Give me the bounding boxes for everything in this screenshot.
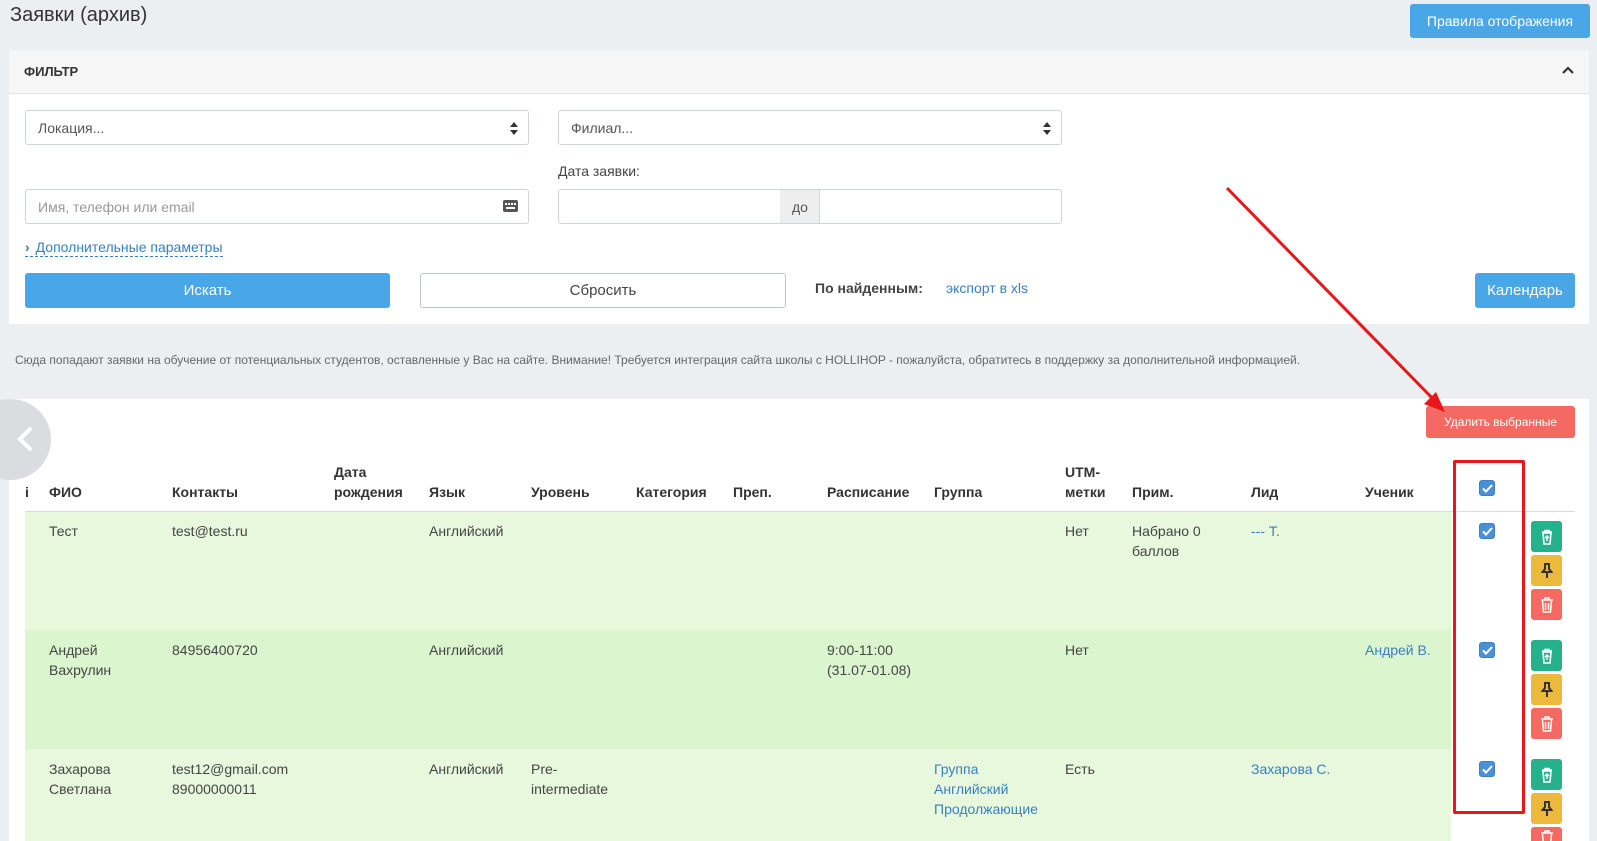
- search-input[interactable]: Имя, телефон или email: [25, 189, 529, 224]
- restore-button[interactable]: [1531, 759, 1562, 790]
- cell-contacts: test12@gmail.com: [172, 761, 289, 777]
- cell-level: intermediate: [531, 781, 609, 797]
- th-id[interactable]: і: [25, 482, 29, 502]
- advanced-params-link[interactable]: › Дополнительные параметры: [25, 239, 223, 257]
- th-birth-1[interactable]: Дата: [334, 462, 366, 482]
- cell-note: Набрано 0: [1132, 523, 1201, 539]
- annotation-highlight-box: [1453, 460, 1525, 814]
- info-text: Сюда попадают заявки на обучение от поте…: [15, 353, 1301, 367]
- date-from-input[interactable]: [558, 189, 781, 224]
- display-rules-button[interactable]: Правила отображения: [1410, 4, 1590, 38]
- cell-note: баллов: [1132, 543, 1180, 559]
- cell-lead-link[interactable]: Захарова С.: [1251, 759, 1330, 779]
- th-contacts[interactable]: Контакты: [172, 482, 238, 502]
- th-student[interactable]: Ученик: [1365, 482, 1414, 502]
- delete-button[interactable]: [1531, 708, 1562, 739]
- location-select-value: Локация...: [38, 119, 105, 136]
- delete-button[interactable]: [1531, 589, 1562, 620]
- cell-language: Английский: [429, 642, 504, 658]
- search-placeholder: Имя, телефон или email: [38, 198, 195, 215]
- restore-button[interactable]: [1531, 640, 1562, 671]
- trash-icon: [1540, 596, 1553, 613]
- cell-utm: Нет: [1065, 642, 1089, 658]
- restore-icon: [1541, 648, 1552, 664]
- pin-icon: [1540, 800, 1553, 816]
- pin-icon: [1540, 562, 1553, 578]
- sort-icon: [510, 122, 518, 135]
- filter-title: ФИЛЬТР: [24, 64, 79, 79]
- pin-button[interactable]: [1531, 793, 1562, 824]
- pin-icon: [1540, 681, 1553, 697]
- th-lead[interactable]: Лид: [1251, 482, 1278, 502]
- restore-icon: [1541, 529, 1552, 545]
- keyboard-icon[interactable]: [503, 200, 518, 212]
- sort-icon: [1043, 122, 1051, 135]
- branch-select-value: Филиал...: [571, 119, 634, 136]
- delete-selected-button[interactable]: Удалить выбранные: [1426, 406, 1575, 438]
- cell-fio: Тест: [49, 523, 78, 539]
- pin-button[interactable]: [1531, 555, 1562, 586]
- cell-level: Pre-: [531, 761, 558, 777]
- date-label: Дата заявки:: [558, 163, 640, 179]
- th-fio[interactable]: ФИО: [49, 482, 82, 502]
- date-to-addon: до: [780, 189, 820, 224]
- cell-lead-link[interactable]: --- Т.: [1251, 521, 1280, 541]
- filter-header[interactable]: ФИЛЬТР: [9, 50, 1589, 94]
- reset-button[interactable]: Сбросить: [420, 273, 786, 308]
- cell-fio: Андрей: [49, 642, 98, 658]
- th-schedule[interactable]: Расписание: [827, 482, 909, 502]
- search-button[interactable]: Искать: [25, 273, 390, 308]
- pin-button[interactable]: [1531, 674, 1562, 705]
- advanced-params-label: Дополнительные параметры: [35, 239, 223, 255]
- cell-contacts: 84956400720: [172, 642, 258, 658]
- trash-icon: [1540, 830, 1553, 841]
- trash-icon: [1540, 715, 1553, 732]
- cell-utm: Есть: [1065, 761, 1095, 777]
- th-level[interactable]: Уровень: [531, 482, 590, 502]
- th-utm-1[interactable]: UTM-: [1065, 462, 1100, 482]
- cell-contacts: test@test.ru: [172, 523, 248, 539]
- th-note[interactable]: Прим.: [1132, 482, 1173, 502]
- delete-button[interactable]: [1531, 827, 1562, 841]
- table-header-divider: [25, 511, 1575, 512]
- page-title: Заявки (архив): [10, 4, 148, 26]
- chevron-right-icon: ›: [25, 239, 30, 255]
- restore-icon: [1541, 767, 1552, 783]
- th-category[interactable]: Категория: [636, 482, 707, 502]
- cell-fio: Светлана: [49, 781, 112, 797]
- cell-language: Английский: [429, 761, 504, 777]
- th-birth-2[interactable]: рождения: [334, 482, 403, 502]
- cell-fio: Вахрулин: [49, 662, 112, 678]
- found-label: По найденным:: [815, 280, 923, 296]
- location-select[interactable]: Локация...: [25, 110, 529, 145]
- cell-group-link[interactable]: Английский: [934, 779, 1008, 799]
- cell-schedule: 9:00-11:00: [827, 642, 893, 658]
- cell-group-link[interactable]: Продолжающие: [934, 799, 1038, 819]
- chevron-left-icon[interactable]: [15, 426, 35, 452]
- cell-schedule: (31.07-01.08): [827, 662, 912, 678]
- cell-contacts: 89000000011: [172, 781, 257, 797]
- branch-select[interactable]: Филиал...: [558, 110, 1062, 145]
- cell-utm: Нет: [1065, 523, 1089, 539]
- chevron-up-icon[interactable]: [1561, 63, 1575, 77]
- cell-language: Английский: [429, 523, 504, 539]
- cell-group-link[interactable]: Группа: [934, 759, 978, 779]
- date-to-input[interactable]: [819, 189, 1062, 224]
- cell-student-link[interactable]: Андрей В.: [1365, 640, 1431, 660]
- export-xls-link[interactable]: экспорт в xls: [946, 280, 1028, 296]
- th-language[interactable]: Язык: [429, 482, 465, 502]
- th-utm-2[interactable]: метки: [1065, 482, 1105, 502]
- cell-fio: Захарова: [49, 761, 111, 777]
- th-group[interactable]: Группа: [934, 482, 982, 502]
- calendar-button[interactable]: Календарь: [1475, 273, 1575, 308]
- restore-button[interactable]: [1531, 521, 1562, 552]
- th-teacher[interactable]: Преп.: [733, 482, 772, 502]
